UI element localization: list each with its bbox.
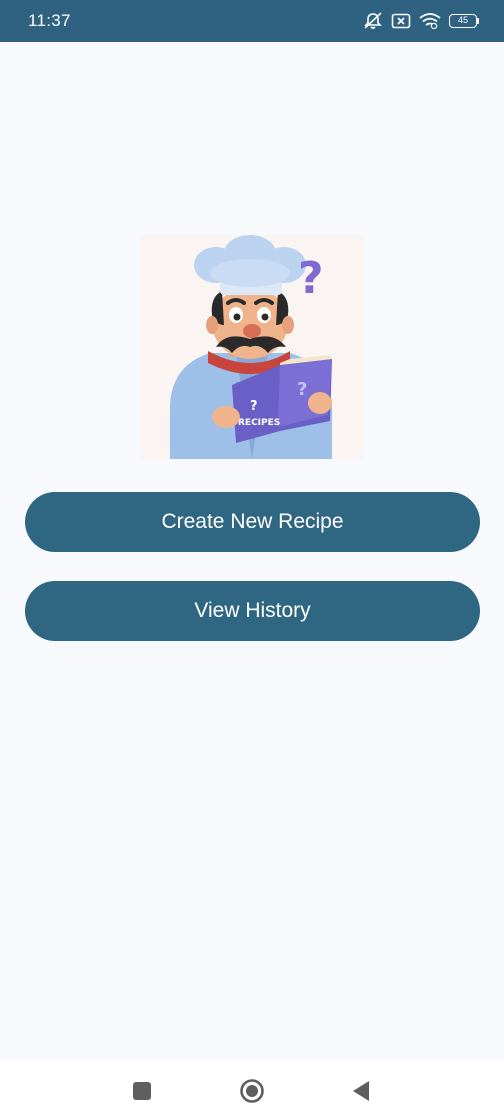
book-label: RECIPES bbox=[238, 418, 280, 428]
confused-chef-illustration: ? ? ? RECIPES bbox=[140, 235, 364, 459]
view-history-button[interactable]: View History bbox=[25, 581, 480, 641]
svg-text:?: ? bbox=[298, 253, 324, 304]
recent-apps-icon[interactable] bbox=[129, 1078, 155, 1104]
create-new-recipe-button[interactable]: Create New Recipe bbox=[25, 492, 480, 552]
svg-text:?: ? bbox=[297, 379, 307, 400]
svg-text:?: ? bbox=[250, 399, 258, 414]
status-time: 11:37 bbox=[28, 11, 71, 30]
back-icon[interactable] bbox=[348, 1078, 374, 1104]
navigation-bar bbox=[0, 1060, 504, 1120]
status-icons: 45 bbox=[363, 12, 479, 30]
battery-icon: 45 bbox=[449, 14, 479, 28]
status-bar: 11:37 45 bbox=[0, 0, 504, 42]
mute-icon bbox=[363, 12, 383, 30]
wifi-icon bbox=[419, 13, 441, 29]
sim-error-icon bbox=[391, 13, 411, 29]
main-content: ? ? ? RECIPES Create New Recipe View His… bbox=[0, 42, 504, 1060]
battery-level: 45 bbox=[449, 14, 477, 28]
home-icon[interactable] bbox=[239, 1078, 265, 1104]
